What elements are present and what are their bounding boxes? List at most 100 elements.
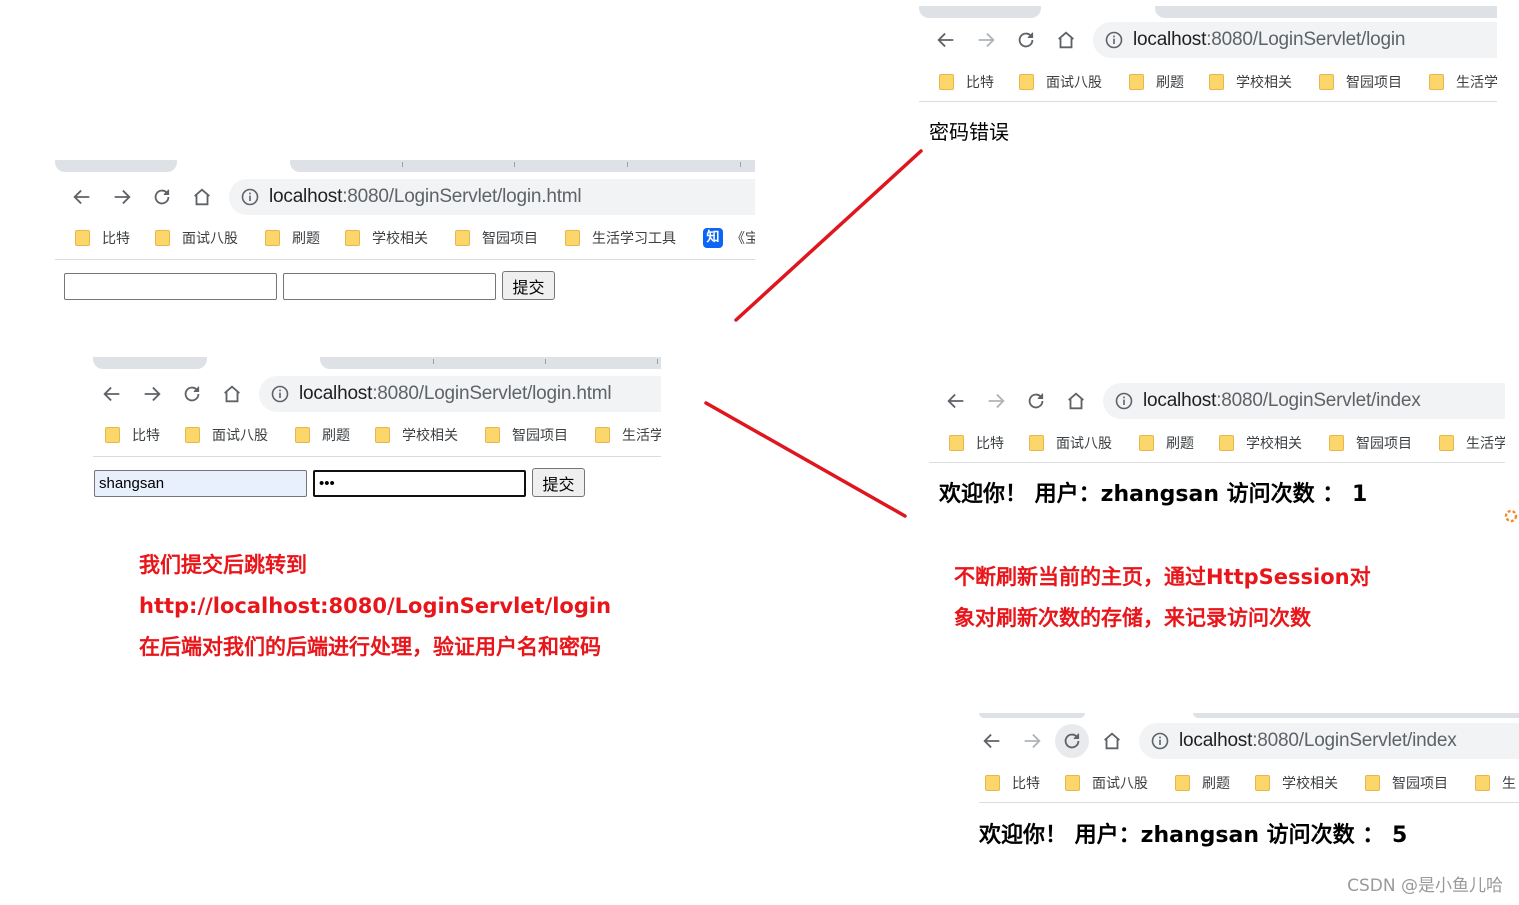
- error-message: 密码错误: [929, 120, 1009, 144]
- bookmark-item[interactable]: 比特: [75, 227, 130, 249]
- reload-button[interactable]: [1055, 724, 1089, 758]
- info-icon[interactable]: [1115, 392, 1133, 410]
- back-button[interactable]: [939, 384, 973, 418]
- home-button[interactable]: [1049, 23, 1083, 57]
- username-input[interactable]: [64, 273, 277, 300]
- bookmark-item[interactable]: 面试八股: [1065, 772, 1148, 794]
- forward-button[interactable]: [1015, 724, 1049, 758]
- bookmark-item[interactable]: 刷题: [295, 424, 350, 446]
- password-input[interactable]: [283, 273, 496, 300]
- address-bar[interactable]: localhost:8080/LoginServlet/login.html: [259, 376, 661, 412]
- submit-button[interactable]: 提交: [502, 271, 555, 300]
- forward-arrow-icon: [114, 189, 131, 205]
- address-bar[interactable]: localhost:8080/LoginServlet/index: [1139, 723, 1519, 759]
- bookmark-item[interactable]: 学校相关: [345, 227, 428, 249]
- bookmark-item[interactable]: 比特: [949, 432, 1004, 454]
- bookmark-item[interactable]: 比特: [105, 424, 160, 446]
- back-arrow-icon: [937, 32, 954, 48]
- address-bar[interactable]: localhost:8080/LoginServlet/login.html: [229, 179, 755, 215]
- reload-button[interactable]: [1009, 23, 1043, 57]
- address-bar[interactable]: localhost:8080/LoginServlet/index: [1103, 383, 1505, 419]
- reload-icon: [184, 386, 200, 402]
- bookmark-item[interactable]: 面试八股: [1029, 432, 1112, 454]
- browser-tab[interactable]: [979, 713, 1085, 718]
- submit-button[interactable]: 提交: [532, 468, 585, 497]
- bookmark-item[interactable]: 智园项目: [1329, 432, 1412, 454]
- folder-icon: [1219, 435, 1234, 451]
- bookmark-item[interactable]: 刷题: [1139, 432, 1194, 454]
- reload-button[interactable]: [145, 180, 179, 214]
- screenshot-login-filled: localhost:8080/LoginServlet/login.html 比…: [93, 357, 661, 507]
- bookmark-item[interactable]: 比特: [985, 772, 1040, 794]
- browser-tab[interactable]: [1155, 6, 1497, 18]
- url-text: localhost:8080/LoginServlet/login.html: [269, 186, 582, 207]
- tab-strip: [919, 6, 1497, 18]
- browser-tab[interactable]: [290, 160, 755, 172]
- bookmark-item[interactable]: 生活学习工具: [565, 227, 676, 249]
- forward-button[interactable]: [979, 384, 1013, 418]
- password-input[interactable]: [313, 470, 526, 497]
- bookmark-item[interactable]: 面试八股: [1019, 71, 1102, 93]
- bookmark-item[interactable]: 面试八股: [185, 424, 268, 446]
- info-icon[interactable]: [241, 188, 259, 206]
- folder-icon: [345, 230, 360, 246]
- bookmark-item[interactable]: 智园项目: [485, 424, 568, 446]
- home-icon: [1058, 31, 1074, 49]
- info-icon[interactable]: [1105, 31, 1123, 49]
- bookmark-item[interactable]: 生活学: [1439, 432, 1505, 454]
- home-button[interactable]: [1095, 724, 1129, 758]
- forward-arrow-icon: [988, 393, 1005, 409]
- home-button[interactable]: [1059, 384, 1093, 418]
- browser-tab[interactable]: [55, 160, 177, 172]
- back-button[interactable]: [979, 724, 1009, 758]
- bookmark-item[interactable]: 智园项目: [455, 227, 538, 249]
- home-button[interactable]: [215, 377, 249, 411]
- reload-button[interactable]: [175, 377, 209, 411]
- address-bar[interactable]: localhost:8080/LoginServlet/login: [1093, 22, 1497, 58]
- username-input[interactable]: [94, 470, 307, 497]
- browser-tab[interactable]: [1193, 713, 1519, 718]
- bookmark-item[interactable]: 学校相关: [1255, 772, 1338, 794]
- forward-button[interactable]: [969, 23, 1003, 57]
- back-button[interactable]: [95, 377, 129, 411]
- bookmark-item[interactable]: 学校相关: [375, 424, 458, 446]
- bookmark-item[interactable]: 比特: [939, 71, 994, 93]
- annotation-line: 我们提交后跳转到: [139, 553, 307, 577]
- folder-icon: [1019, 74, 1034, 90]
- back-button[interactable]: [65, 180, 99, 214]
- browser-tab[interactable]: [320, 357, 661, 369]
- folder-icon: [75, 230, 90, 246]
- bookmark-item[interactable]: 面试八股: [155, 227, 238, 249]
- home-button[interactable]: [185, 180, 219, 214]
- bookmark-item[interactable]: 生活学: [1429, 71, 1497, 93]
- annotation-line: 在后端对我们的后端进行处理，验证用户名和密码: [139, 635, 601, 659]
- nav-toolbar: localhost:8080/LoginServlet/login: [919, 20, 1497, 60]
- bookmark-item-zhihu[interactable]: 知《宝: [703, 227, 755, 249]
- reload-button[interactable]: [1019, 384, 1053, 418]
- forward-button[interactable]: [135, 377, 169, 411]
- bookmark-item[interactable]: 刷题: [1129, 71, 1184, 93]
- browser-tab[interactable]: [919, 6, 1041, 18]
- folder-icon: [1439, 435, 1454, 451]
- browser-tab[interactable]: [93, 357, 207, 369]
- bookmark-item[interactable]: 刷题: [265, 227, 320, 249]
- screenshot-login-empty: localhost:8080/LoginServlet/login.html 比…: [55, 160, 755, 310]
- back-button[interactable]: [929, 23, 963, 57]
- bookmark-item[interactable]: 生活学: [595, 424, 661, 446]
- bookmark-item[interactable]: 刷题: [1175, 772, 1230, 794]
- bookmark-item[interactable]: 智园项目: [1365, 772, 1448, 794]
- info-icon[interactable]: [1151, 732, 1169, 750]
- folder-icon: [1175, 775, 1190, 791]
- info-icon[interactable]: [271, 385, 289, 403]
- nav-toolbar: localhost:8080/LoginServlet/login.html: [55, 177, 755, 217]
- bookmark-item[interactable]: 生: [1475, 772, 1516, 794]
- bookmark-item[interactable]: 学校相关: [1209, 71, 1292, 93]
- annotation-right: 不断刷新当前的主页，通过HttpSession对 象对刷新次数的存储，来记录访问…: [954, 557, 1371, 639]
- folder-icon: [1319, 74, 1334, 90]
- home-icon: [1068, 392, 1084, 410]
- bookmark-item[interactable]: 智园项目: [1319, 71, 1402, 93]
- zhihu-icon: 知: [703, 228, 723, 248]
- forward-button[interactable]: [105, 180, 139, 214]
- bookmark-item[interactable]: 学校相关: [1219, 432, 1302, 454]
- folder-icon: [1029, 435, 1044, 451]
